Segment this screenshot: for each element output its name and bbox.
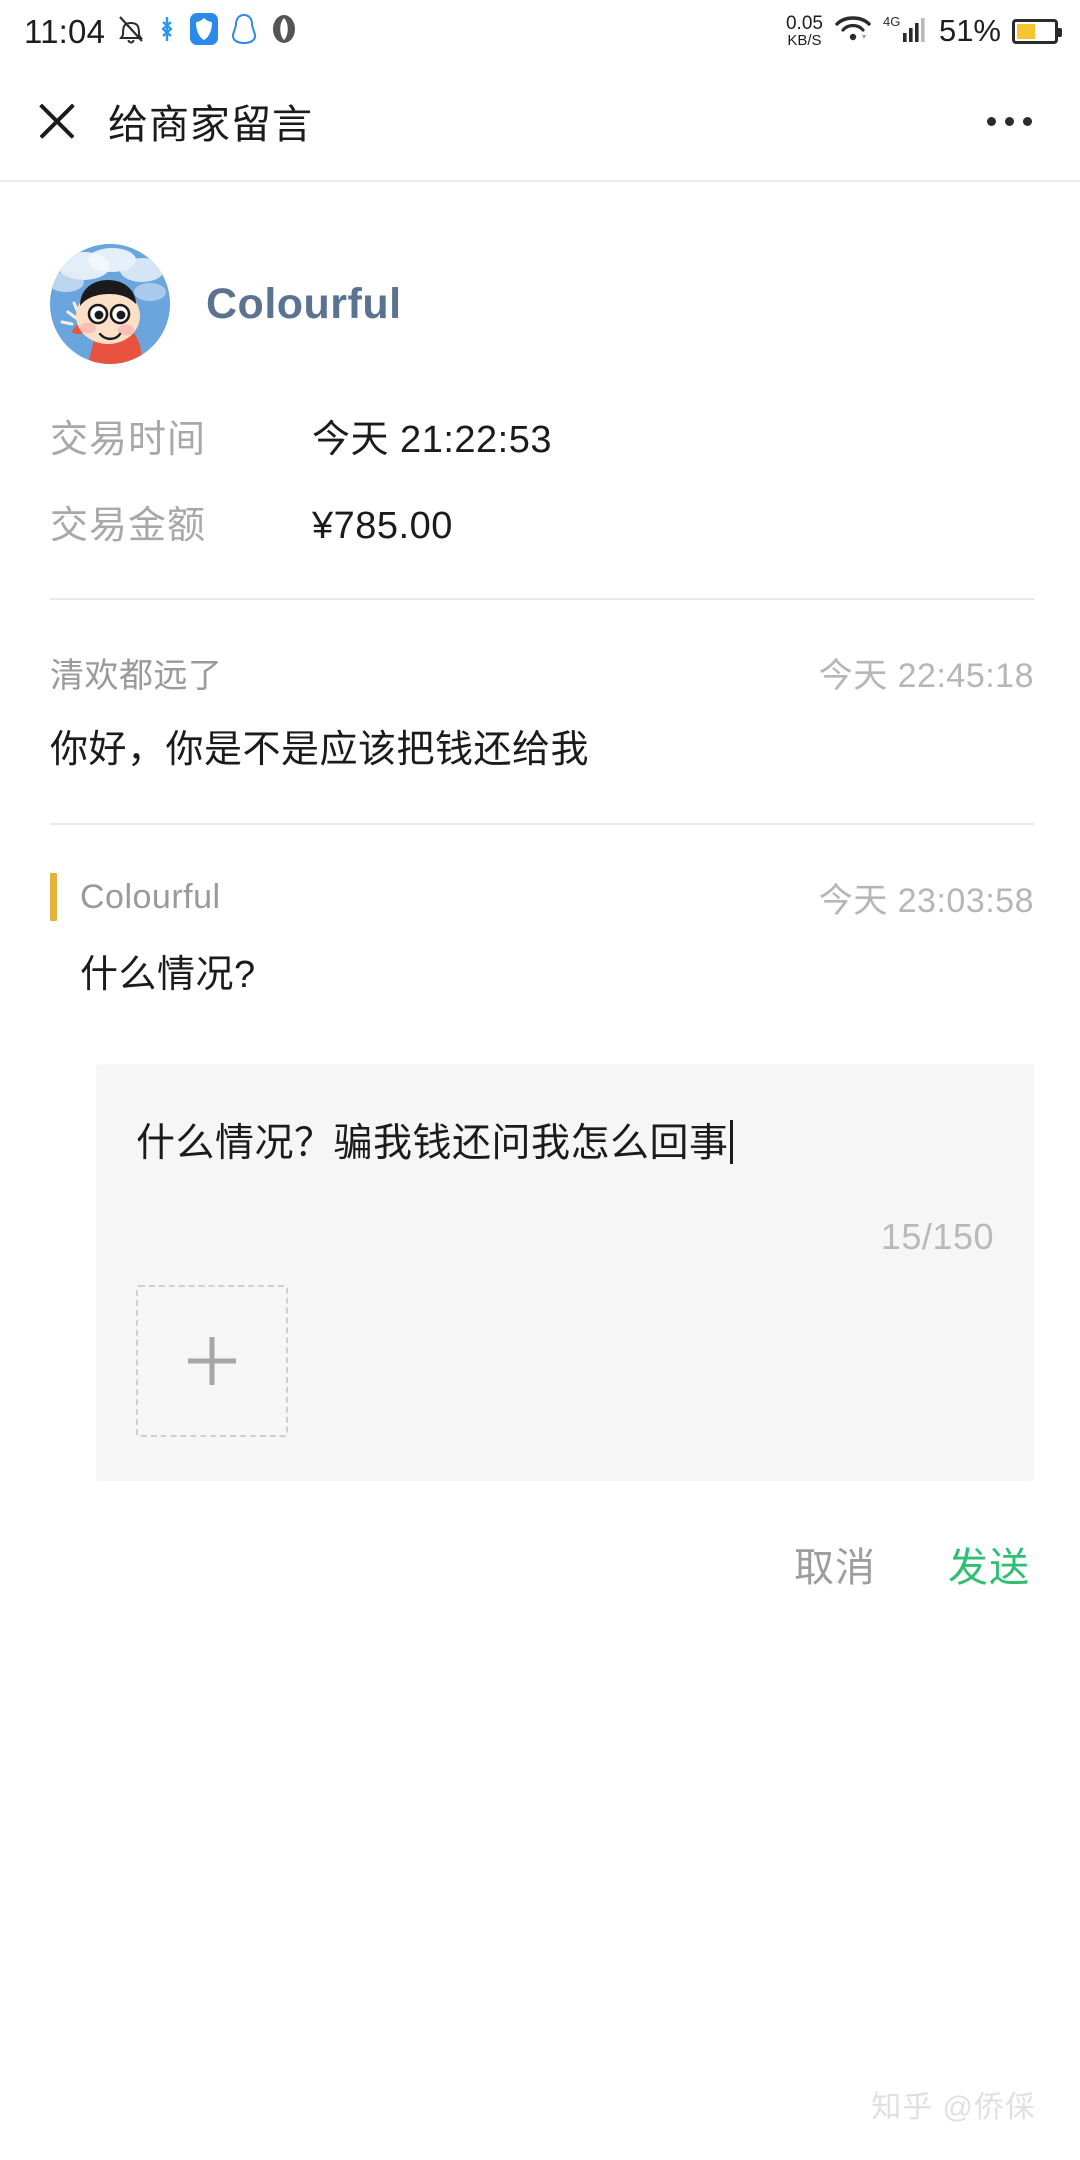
battery-icon bbox=[1012, 18, 1062, 44]
browser-app-icon bbox=[270, 13, 298, 50]
transaction-amount-label: 交易金额 bbox=[50, 505, 207, 547]
qq-penguin-icon bbox=[231, 13, 257, 50]
reply-header: Colourful 今天 23:03:58 bbox=[50, 869, 1034, 925]
close-icon[interactable] bbox=[34, 98, 80, 144]
message-item: 清欢都远了 今天 22:45:18 你好，你是不是应该把钱还给我 bbox=[50, 600, 1034, 825]
transaction-info: 交易时间 今天 21:22:53 交易金额 ¥785.00 bbox=[0, 364, 1080, 580]
compose-input[interactable]: 什么情况？骗我钱还问我怎么回事 bbox=[136, 1122, 729, 1165]
message-body: 你好，你是不是应该把钱还给我 bbox=[50, 729, 590, 771]
message-author: 清欢都远了 bbox=[50, 656, 223, 695]
more-options-icon[interactable] bbox=[983, 103, 1036, 140]
wifi-icon bbox=[833, 13, 873, 50]
network-speed-unit: KB/S bbox=[787, 32, 822, 50]
transaction-amount-value: ¥785.00 bbox=[312, 505, 453, 547]
reply-accent-bar bbox=[50, 873, 57, 921]
status-bar-left: 11:04 bbox=[24, 12, 298, 50]
network-speed-value: 0.05 bbox=[785, 12, 823, 34]
action-bar: 取消 发送 bbox=[0, 1481, 1080, 1599]
merchant-header[interactable]: Colourful bbox=[0, 182, 1080, 364]
message-time: 今天 22:45:18 bbox=[818, 656, 1034, 695]
status-bar-right: 0.05 KB/S 4G 51% bbox=[785, 12, 1062, 50]
network-speed: 0.05 KB/S bbox=[785, 12, 823, 50]
reply-author: Colourful bbox=[80, 877, 221, 916]
reply-item: Colourful 今天 23:03:58 什么情况? bbox=[50, 825, 1034, 1004]
watermark: 知乎 @侨倸 bbox=[871, 2091, 1036, 2124]
avatar[interactable] bbox=[50, 244, 170, 364]
battery-fill bbox=[1017, 23, 1036, 39]
svg-text:4G: 4G bbox=[883, 14, 900, 29]
add-image-icon[interactable] bbox=[136, 1284, 288, 1437]
battery-percent: 51% bbox=[938, 13, 1001, 48]
transaction-time-value: 今天 21:22:53 bbox=[312, 419, 552, 461]
more-dot bbox=[987, 116, 996, 126]
character-counter: 15/150 bbox=[880, 1216, 994, 1257]
status-bar: 11:04 0.05 KB/S 4G 51% bbox=[0, 0, 1080, 62]
more-dot bbox=[1005, 116, 1014, 126]
more-dot bbox=[1023, 116, 1032, 126]
bell-muted-icon bbox=[118, 14, 144, 49]
page-content: Colourful 交易时间 今天 21:22:53 交易金额 ¥785.00 … bbox=[0, 182, 1080, 1599]
transaction-time-label: 交易时间 bbox=[50, 419, 207, 461]
status-clock: 11:04 bbox=[24, 12, 106, 50]
transaction-amount-row: 交易金额 ¥785.00 bbox=[50, 494, 1080, 580]
message-thread: 清欢都远了 今天 22:45:18 你好，你是不是应该把钱还给我 Colourf… bbox=[0, 600, 1080, 1004]
reply-time: 今天 23:03:58 bbox=[818, 881, 1034, 920]
app-screen: 11:04 0.05 KB/S 4G 51% 给商家留言 Colourful 交… bbox=[0, 0, 1080, 2160]
reply-body: 什么情况? bbox=[80, 954, 256, 996]
text-caret bbox=[729, 1120, 733, 1164]
top-navigation-bar: 给商家留言 bbox=[0, 62, 1080, 180]
send-button[interactable]: 发送 bbox=[944, 1529, 1034, 1599]
transaction-time-row: 交易时间 今天 21:22:53 bbox=[50, 408, 1080, 494]
page-title: 给商家留言 bbox=[108, 103, 313, 147]
shield-app-icon bbox=[190, 12, 219, 50]
bluetooth-icon bbox=[157, 14, 177, 49]
compose-box[interactable]: 什么情况？骗我钱还问我怎么回事 15/150 bbox=[96, 1064, 1034, 1481]
merchant-name: Colourful bbox=[206, 279, 402, 328]
message-header: 清欢都远了 今天 22:45:18 bbox=[50, 644, 1034, 700]
cancel-button[interactable]: 取消 bbox=[790, 1529, 880, 1599]
compose-text-wrap[interactable]: 什么情况？骗我钱还问我怎么回事 bbox=[136, 1116, 994, 1173]
signal-bars-icon: 4G bbox=[883, 13, 927, 50]
